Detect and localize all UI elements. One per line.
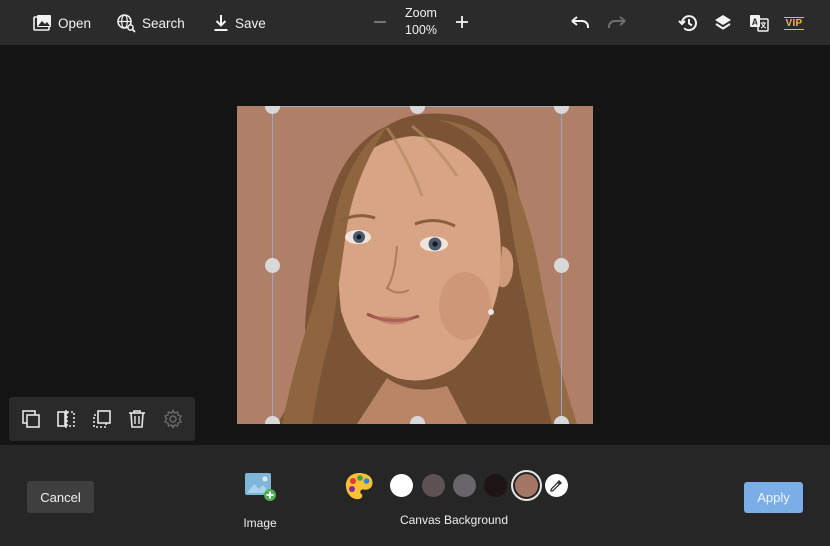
element-toolbar [9, 397, 195, 441]
swatch-gray[interactable] [453, 474, 476, 497]
top-toolbar: Open Search Save Zoom 100% A VIP [0, 0, 830, 45]
undo-icon [571, 16, 589, 28]
zoom-indicator: Zoom 100% [398, 5, 444, 39]
color-picker-button[interactable] [545, 474, 568, 497]
flip-icon [57, 410, 75, 428]
translate-icon: A [750, 15, 769, 32]
image-background-button[interactable]: Image [236, 471, 284, 530]
resize-handle-left[interactable] [265, 258, 280, 273]
history-icon [678, 15, 697, 32]
vip-label: VIP [784, 16, 804, 30]
crop-icon [93, 410, 111, 428]
vip-button[interactable]: VIP [783, 12, 805, 34]
open-button[interactable]: Open [33, 11, 91, 35]
search-label: Search [142, 15, 185, 31]
cancel-button[interactable]: Cancel [27, 481, 94, 513]
palette-button[interactable] [344, 471, 374, 501]
zoom-label: Zoom [405, 6, 437, 20]
trash-icon [129, 410, 145, 428]
eyedropper-icon [550, 480, 562, 492]
flip-button[interactable] [56, 409, 76, 429]
settings-icon [164, 409, 182, 429]
resize-handle-bottom-right[interactable] [554, 416, 569, 424]
translate-button[interactable]: A [748, 12, 770, 34]
redo-button[interactable] [606, 12, 628, 34]
undo-button[interactable] [569, 12, 591, 34]
apply-label: Apply [757, 490, 790, 505]
swatch-black[interactable] [484, 474, 507, 497]
swatch-white[interactable] [390, 474, 413, 497]
crop-button[interactable] [92, 409, 112, 429]
canvas-background-label: Canvas Background [399, 513, 509, 527]
resize-handle-right[interactable] [554, 258, 569, 273]
redo-icon [608, 16, 626, 28]
globe-search-icon [117, 14, 136, 33]
minus-icon [374, 21, 386, 23]
bottom-panel: Cancel Image Canvas Background Apply [0, 445, 830, 546]
portrait-photo [237, 106, 593, 424]
save-button[interactable]: Save [213, 11, 266, 35]
duplicate-button[interactable] [21, 409, 41, 429]
cancel-label: Cancel [40, 489, 81, 505]
apply-button[interactable]: Apply [744, 482, 803, 513]
palette-icon [345, 473, 373, 500]
zoom-in-button[interactable] [454, 14, 470, 30]
settings-button[interactable] [163, 409, 183, 429]
zoom-out-button[interactable] [372, 14, 388, 30]
add-image-icon [245, 473, 276, 501]
canvas-image[interactable] [237, 106, 593, 424]
layers-button[interactable] [712, 12, 734, 34]
swatch-brown-selected[interactable] [515, 474, 538, 497]
delete-button[interactable] [127, 409, 147, 429]
image-label: Image [243, 516, 277, 530]
plus-icon [456, 16, 468, 28]
zoom-value: 100% [405, 23, 437, 37]
open-label: Open [58, 15, 92, 31]
save-label: Save [235, 15, 266, 31]
search-button[interactable]: Search [116, 11, 185, 35]
resize-handle-bottom-left[interactable] [265, 416, 280, 424]
image-icon [33, 15, 51, 31]
layers-icon [715, 15, 731, 30]
history-button[interactable] [677, 12, 699, 34]
resize-handle-bottom[interactable] [410, 416, 425, 424]
download-icon [214, 15, 228, 31]
duplicate-icon [22, 410, 40, 428]
swatch-dark-mauve[interactable] [422, 474, 445, 497]
